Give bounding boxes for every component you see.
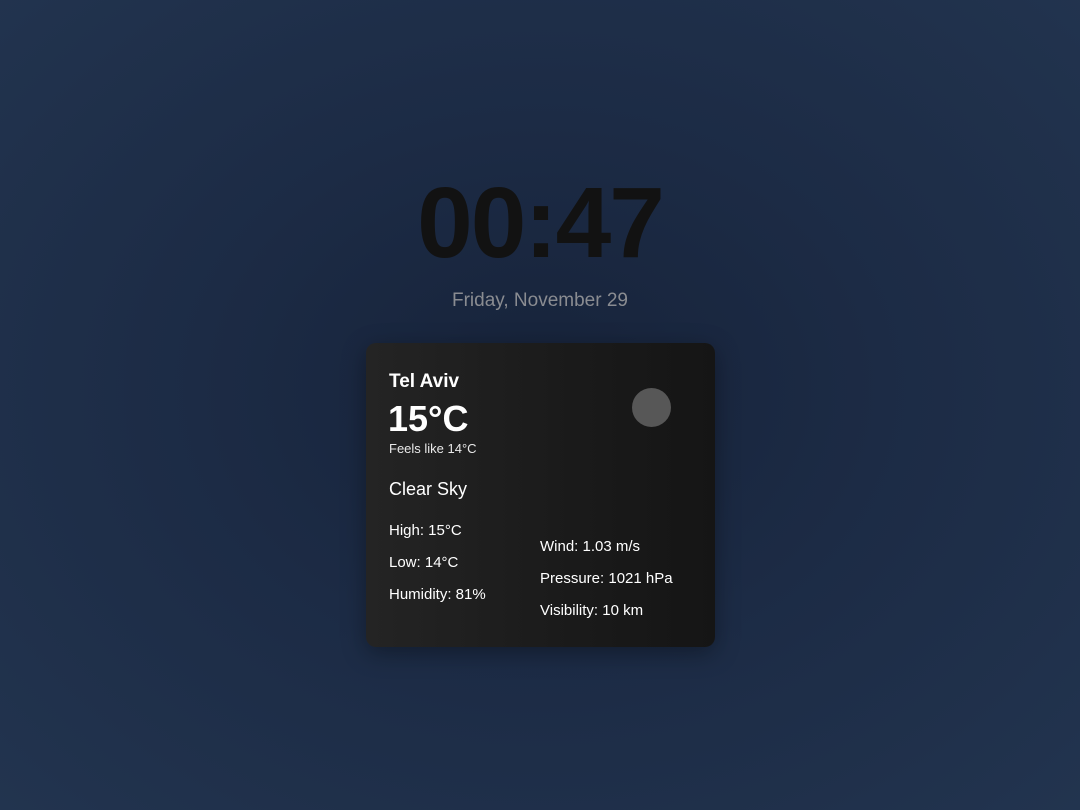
- weather-city: Tel Aviv: [389, 371, 460, 392]
- weather-humidity: Humidity: 81%: [389, 586, 486, 603]
- clock-date: Friday, November 29: [452, 290, 628, 311]
- weather-high: High: 15°C: [389, 522, 462, 539]
- weather-temperature: 15°C: [388, 398, 469, 439]
- weather-details-left: High: 15°C Low: 14°C Humidity: 81%: [389, 521, 486, 617]
- weather-card: Tel Aviv 15°C Feels like 14°C Clear Sky …: [366, 343, 715, 647]
- clear-sky-icon: [632, 388, 671, 427]
- weather-wind: Wind: 1.03 m/s: [540, 538, 641, 555]
- weather-details-right: Wind: 1.03 m/s Pressure: 1021 hPa Visibi…: [540, 537, 673, 633]
- clock-time: 00:47: [417, 167, 665, 279]
- weather-low: Low: 14°C: [389, 554, 459, 571]
- weather-condition: Clear Sky: [389, 479, 468, 499]
- weather-feels-like: Feels like 14°C: [389, 441, 477, 456]
- weather-pressure: Pressure: 1021 hPa: [540, 570, 673, 587]
- weather-visibility: Visibility: 10 km: [540, 602, 644, 619]
